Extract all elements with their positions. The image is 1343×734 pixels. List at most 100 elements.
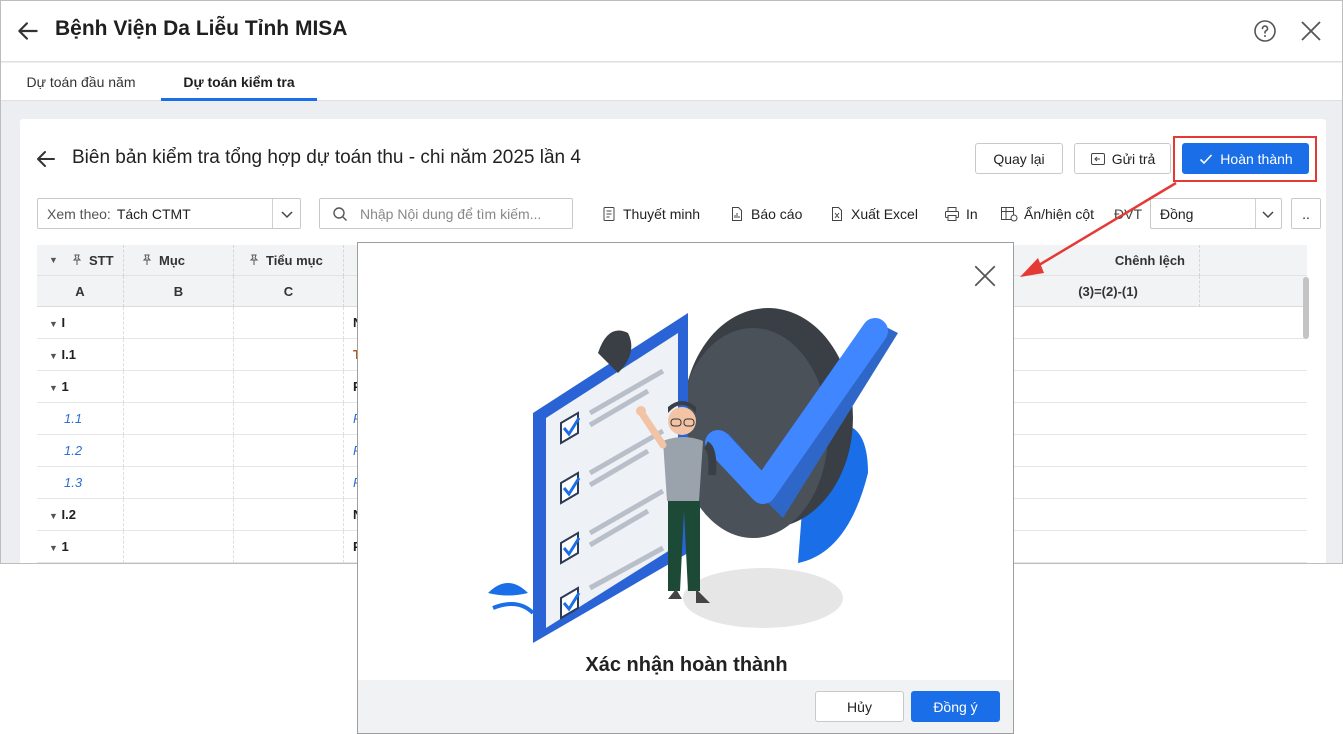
help-icon[interactable]: [1253, 19, 1277, 43]
highlight-box: [1173, 136, 1317, 182]
document-icon: [603, 207, 615, 221]
row-stt: ▼ I.1: [37, 339, 124, 371]
header-tieu-muc-label: Tiểu mục: [266, 253, 323, 268]
row-stt: ▼ I.2: [37, 499, 124, 531]
pin-icon: [72, 254, 82, 265]
subheader-c: C: [234, 276, 344, 307]
row-muc: [124, 307, 234, 339]
view-by-label: Xem theo:: [47, 205, 111, 222]
view-by-value: Tách CTMT: [116, 205, 191, 222]
row-stt: ▼ I: [37, 307, 124, 339]
title-bar: Bệnh Viện Da Liễu Tỉnh MISA: [1, 1, 1342, 62]
row-stt-value: 1: [61, 539, 69, 554]
pin-icon: [142, 254, 152, 265]
row-stt: 1.1: [37, 403, 124, 435]
tab-bar: Dự toán đầu năm Dự toán kiểm tra: [1, 63, 1342, 101]
explain-label: Thuyết minh: [623, 206, 701, 222]
vertical-scrollbar[interactable]: [1303, 277, 1309, 339]
ok-label: Đồng ý: [933, 698, 978, 715]
send-back-label: Gửi trả: [1111, 150, 1156, 167]
row-tieu-muc: [234, 403, 344, 435]
row-muc: [124, 467, 234, 499]
send-back-button[interactable]: Gửi trả: [1074, 143, 1171, 174]
report-tool[interactable]: Báo cáo: [729, 203, 802, 225]
row-muc: [124, 435, 234, 467]
row-tieu-muc: [234, 339, 344, 371]
row-stt-value: 1: [61, 379, 69, 394]
row-tieu-muc: [234, 307, 344, 339]
header-tieu-muc[interactable]: Tiểu mục: [234, 245, 344, 276]
unit-value: Đồng: [1160, 205, 1194, 222]
dialog-footer: Hủy Đồng ý: [358, 680, 1013, 733]
header-stt[interactable]: ▼ STT: [37, 245, 124, 276]
report-label: Báo cáo: [751, 206, 803, 222]
back-button[interactable]: Quay lại: [975, 143, 1063, 174]
chevron-down-icon: [281, 211, 293, 219]
report-icon: [732, 207, 742, 221]
row-tieu-muc: [234, 499, 344, 531]
print-label: In: [966, 206, 978, 222]
row-stt: ▼ 1: [37, 371, 124, 403]
search-input[interactable]: Nhập Nội dung để tìm kiếm...: [319, 198, 573, 229]
more-label: ..: [1302, 205, 1310, 222]
print-tool[interactable]: In: [944, 203, 978, 225]
header-chenh-lech[interactable]: Chênh lệch: [1017, 245, 1200, 276]
row-muc: [124, 531, 234, 563]
search-placeholder: Nhập Nội dung để tìm kiếm...: [360, 205, 542, 222]
subheader-a: A: [37, 276, 124, 307]
confirm-dialog: Xác nhận hoàn thành Hủy Đồng ý: [357, 242, 1014, 734]
subheader-diff: (3)=(2)-(1): [1017, 276, 1200, 307]
page-title: Biên bản kiểm tra tổng hợp dự toán thu -…: [72, 147, 581, 168]
explain-tool[interactable]: Thuyết minh: [601, 203, 700, 225]
divider: [1255, 199, 1256, 228]
ok-button[interactable]: Đồng ý: [911, 691, 1000, 722]
close-icon[interactable]: [1299, 19, 1323, 43]
cancel-button[interactable]: Hủy: [815, 691, 904, 722]
dialog-title: Xác nhận hoàn thành: [585, 654, 788, 676]
row-tieu-muc: [234, 371, 344, 403]
row-stt: 1.3: [37, 467, 124, 499]
row-muc: [124, 371, 234, 403]
page-back-icon[interactable]: [34, 147, 58, 171]
header-muc[interactable]: Mục: [124, 245, 234, 276]
header-stt-label: STT: [89, 253, 114, 268]
row-muc: [124, 403, 234, 435]
export-excel-tool[interactable]: Xuất Excel: [829, 203, 918, 225]
divider: [272, 199, 273, 228]
printer-icon: [945, 207, 959, 221]
chevron-down-icon: [1262, 211, 1274, 219]
send-back-icon: [1090, 152, 1105, 165]
dialog-close-icon[interactable]: [972, 263, 998, 289]
row-tieu-muc: [234, 531, 344, 563]
row-stt: ▼ 1: [37, 531, 124, 563]
more-button[interactable]: ..: [1291, 198, 1321, 229]
back-arrow-icon[interactable]: [15, 18, 41, 44]
caret-down-icon: ▼: [49, 543, 58, 553]
tab-du-toan-dau-nam[interactable]: Dự toán đầu năm: [9, 63, 153, 101]
tab-du-toan-kiem-tra[interactable]: Dự toán kiểm tra: [161, 63, 317, 101]
columns-tool[interactable]: Ẩn/hiện cột: [1000, 203, 1094, 225]
app-title: Bệnh Viện Da Liễu Tỉnh MISA: [55, 17, 348, 40]
caret-down-icon: ▼: [49, 319, 58, 329]
search-icon: [333, 206, 347, 221]
view-by-select[interactable]: Xem theo: Tách CTMT: [37, 198, 301, 229]
subheader-b: B: [124, 276, 234, 307]
caret-down-icon: ▼: [49, 511, 58, 521]
columns-label: Ẩn/hiện cột: [1024, 206, 1095, 222]
unit-label: ĐVT: [1114, 206, 1142, 222]
caret-down-icon: ▼: [49, 383, 58, 393]
pin-icon: [249, 254, 259, 265]
cancel-label: Hủy: [847, 698, 872, 715]
excel-icon: [832, 207, 842, 221]
header-muc-label: Mục: [159, 253, 185, 268]
row-stt-value: I: [61, 315, 66, 330]
row-stt-value: I.1: [61, 347, 77, 362]
row-muc: [124, 499, 234, 531]
row-stt-value: I.2: [61, 507, 77, 522]
row-muc: [124, 339, 234, 371]
row-stt: 1.2: [37, 435, 124, 467]
checklist-illustration: [488, 308, 898, 643]
unit-select[interactable]: Đồng: [1150, 198, 1282, 229]
table-settings-icon: [1001, 207, 1018, 222]
back-button-label: Quay lại: [993, 150, 1045, 167]
